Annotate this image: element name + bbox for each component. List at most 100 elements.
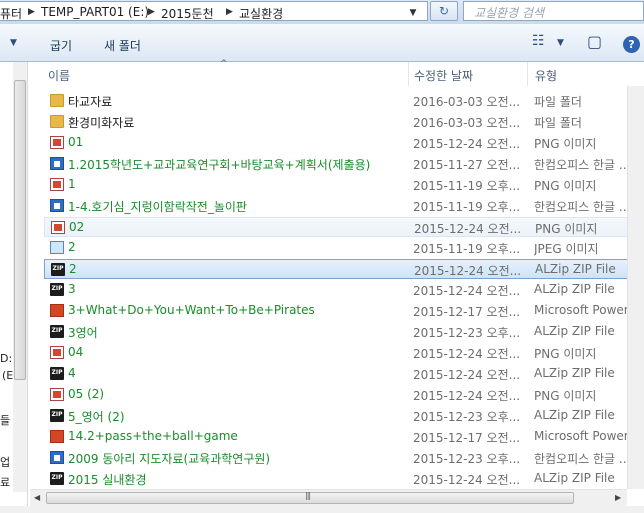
file-row[interactable]: ZIP 4 2015-12-24 오전... ALZip ZIP File: [44, 364, 641, 384]
file-row[interactable]: 04 2015-12-24 오전... PNG 이미지: [44, 343, 641, 363]
file-name[interactable]: 2009 동아리 지도자료(교육과학연구원): [68, 450, 270, 467]
scroll-right-icon[interactable]: ▶: [615, 493, 621, 502]
hwp-file-icon: [50, 157, 64, 170]
file-row[interactable]: ZIP 3영어 2015-12-23 오후... ALZip ZIP File: [44, 322, 641, 342]
file-row[interactable]: ZIP 2 2015-12-24 오전... ALZip ZIP File: [44, 259, 641, 279]
horizontal-scrollbar[interactable]: ◀ ||| ▶: [30, 489, 627, 506]
hwp-file-icon: [50, 199, 64, 212]
file-type: ALZip ZIP File: [535, 262, 616, 276]
column-date-modified[interactable]: 수정한 날짜: [414, 67, 473, 84]
file-type: PNG 이미지: [535, 222, 598, 236]
file-name[interactable]: 05 (2): [68, 387, 104, 401]
folder-file-icon: [50, 115, 64, 128]
file-row[interactable]: 1-4.호기심_지렁이함락작전_놀이판 2015-11-19 오후... 한컴오피스…: [44, 196, 641, 216]
file-name[interactable]: 04: [68, 345, 83, 359]
new-folder-button[interactable]: 새 폴더: [104, 37, 141, 54]
burn-button[interactable]: 굽기: [50, 37, 72, 54]
file-date-modified: 2016-03-03 오전...: [413, 95, 521, 109]
file-type: ALZip ZIP File: [534, 282, 615, 296]
breadcrumb-drive[interactable]: TEMP_PART01 (E:): [41, 5, 149, 19]
file-row[interactable]: 02 2015-12-24 오전... PNG 이미지: [44, 217, 641, 237]
breadcrumb-separator-icon[interactable]: ▶: [226, 7, 233, 17]
hwp-file-icon: [50, 451, 64, 464]
file-row[interactable]: ZIP 2015 실내환경 2015-12-24 오전... ALZip ZIP Fi…: [44, 469, 641, 489]
file-name[interactable]: 환경미화자료: [68, 114, 134, 131]
search-input[interactable]: 교실환경 검색: [463, 1, 644, 21]
ppt-file-icon: [50, 304, 64, 317]
file-date-modified: 2015-12-24 오전...: [413, 368, 521, 382]
file-name[interactable]: 2: [69, 262, 77, 276]
file-row[interactable]: 14.2+pass+the+ball+game 2015-12-17 오전... M…: [44, 427, 641, 447]
file-name[interactable]: 타교자료: [68, 93, 112, 110]
file-row[interactable]: 1.2015학년도+교과교육연구회+바탕교육+계획서(제출용) 2015-11-2…: [44, 154, 641, 174]
file-name[interactable]: 1-4.호기심_지렁이함락작전_놀이판: [68, 198, 247, 215]
breadcrumb-current-folder[interactable]: 교실환경: [239, 5, 283, 22]
file-row[interactable]: 타교자료 2016-03-03 오전... 파일 폴더: [44, 91, 641, 111]
file-name[interactable]: 5_영어 (2): [68, 408, 125, 425]
column-header: 이름 ^ 수정한 날짜 유형: [30, 59, 644, 86]
file-row[interactable]: 1 2015-11-19 오후... PNG 이미지: [44, 175, 641, 195]
sort-ascending-icon: ^: [220, 59, 228, 69]
file-date-modified: 2015-12-24 오전...: [414, 222, 522, 236]
column-name[interactable]: 이름: [48, 67, 70, 84]
view-dropdown-icon[interactable]: ▼: [557, 38, 564, 48]
refresh-button[interactable]: ↻: [430, 1, 458, 21]
file-name[interactable]: 2: [68, 240, 76, 254]
file-row[interactable]: 환경미화자료 2016-03-03 오전... 파일 폴더: [44, 112, 641, 132]
file-type: PNG 이미지: [534, 179, 597, 193]
nav-item-fragment[interactable]: 업: [0, 454, 10, 470]
file-type: Microsoft PowerP...: [534, 303, 640, 317]
file-type: ALZip ZIP File: [534, 408, 615, 422]
breadcrumb-separator-icon[interactable]: ▶: [148, 7, 155, 17]
column-divider[interactable]: [408, 62, 409, 86]
file-name[interactable]: 4: [68, 366, 76, 380]
zip-file-icon: ZIP: [50, 283, 64, 296]
nav-scrollbar-thumb[interactable]: [14, 80, 26, 380]
file-row[interactable]: 3+What+Do+You+Want+To+Be+Pirates 2015-12-…: [44, 301, 641, 321]
file-name[interactable]: 01: [68, 135, 83, 149]
file-row[interactable]: ZIP 5_영어 (2) 2015-12-23 오후... ALZip ZIP Fil…: [44, 406, 641, 426]
file-name[interactable]: 3: [68, 282, 76, 296]
file-row[interactable]: ZIP 3 2015-12-24 오전... ALZip ZIP File: [44, 280, 641, 300]
file-row[interactable]: 05 (2) 2015-12-24 오전... PNG 이미지: [44, 385, 641, 405]
file-name[interactable]: 2015 실내환경: [68, 471, 147, 488]
file-row[interactable]: 01 2015-12-24 오전... PNG 이미지: [44, 133, 641, 153]
breadcrumb-folder-2015[interactable]: 2015둔천: [161, 5, 214, 22]
file-row[interactable]: 2 2015-11-19 오후... JPEG 이미지: [44, 238, 641, 258]
horizontal-scrollbar-thumb[interactable]: |||: [46, 491, 574, 504]
file-name[interactable]: 14.2+pass+the+ball+game: [68, 429, 238, 443]
file-type: PNG 이미지: [534, 389, 597, 403]
file-date-modified: 2015-12-24 오전...: [413, 473, 521, 487]
scroll-left-icon[interactable]: ◀: [34, 493, 40, 502]
file-date-modified: 2015-12-24 오전...: [413, 284, 521, 298]
file-name[interactable]: 02: [69, 220, 84, 234]
breadcrumb-computer[interactable]: 퓨터: [0, 5, 22, 22]
file-name[interactable]: 3+What+Do+You+Want+To+Be+Pirates: [68, 303, 315, 317]
view-options-icon[interactable]: ☷: [532, 33, 545, 49]
file-type: 한컴오피스 한글 ...: [534, 158, 631, 172]
vertical-scrollbar[interactable]: [627, 86, 644, 489]
help-button[interactable]: ?: [623, 36, 640, 53]
preview-pane-icon[interactable]: ▢: [587, 32, 602, 51]
breadcrumb[interactable]: 퓨터 ▶ TEMP_PART01 (E:) ▶ 2015둔천 ▶ 교실환경 ▼: [0, 1, 428, 21]
breadcrumb-separator-icon[interactable]: ▶: [28, 7, 35, 17]
zip-file-icon: ZIP: [50, 409, 64, 422]
nav-item-fragment[interactable]: 료: [0, 474, 10, 490]
file-date-modified: 2015-12-17 오전...: [413, 305, 521, 319]
status-strip: [0, 506, 644, 513]
file-type: 한컴오피스 한글 ...: [534, 200, 631, 214]
file-type: 한컴오피스 한글 ...: [534, 452, 631, 466]
file-name[interactable]: 3영어: [68, 324, 98, 341]
file-date-modified: 2015-12-24 오전...: [414, 264, 522, 278]
organize-dropdown-icon[interactable]: ▼: [10, 38, 17, 48]
file-row[interactable]: 2009 동아리 지도자료(교육과학연구원) 2015-12-23 오후... 한컴…: [44, 448, 641, 468]
file-name[interactable]: 1.2015학년도+교과교육연구회+바탕교육+계획서(제출용): [68, 156, 370, 173]
file-name[interactable]: 1: [68, 177, 76, 191]
column-type[interactable]: 유형: [535, 67, 557, 84]
nav-item-fragment[interactable]: 들: [0, 412, 10, 428]
nav-item-fragment[interactable]: (E: [2, 369, 13, 382]
file-type: PNG 이미지: [534, 347, 597, 361]
address-history-dropdown-icon[interactable]: ▼: [404, 4, 422, 22]
png-file-icon: [50, 346, 64, 359]
column-divider[interactable]: [527, 62, 528, 86]
